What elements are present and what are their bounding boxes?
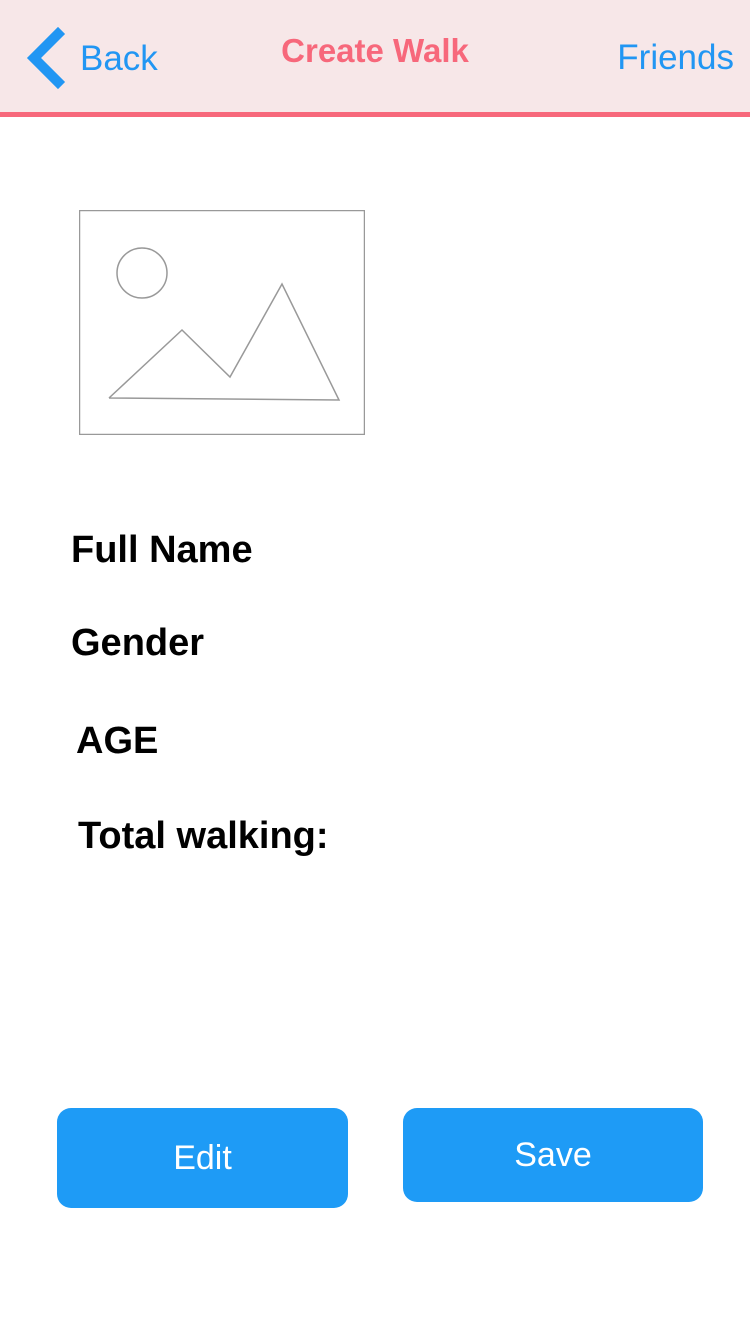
friends-button[interactable]: Friends — [617, 40, 734, 75]
gender-label: Gender — [71, 622, 205, 664]
total-walking-label: Total walking: — [78, 815, 329, 857]
edit-button[interactable]: Edit — [57, 1108, 348, 1208]
age-label: AGE — [76, 720, 159, 762]
image-placeholder-icon — [78, 209, 366, 436]
full-name-label: Full Name — [71, 529, 253, 571]
navigation-bar: Back Create Walk Friends — [0, 0, 750, 117]
profile-photo[interactable] — [78, 209, 366, 436]
save-button[interactable]: Save — [403, 1108, 703, 1202]
